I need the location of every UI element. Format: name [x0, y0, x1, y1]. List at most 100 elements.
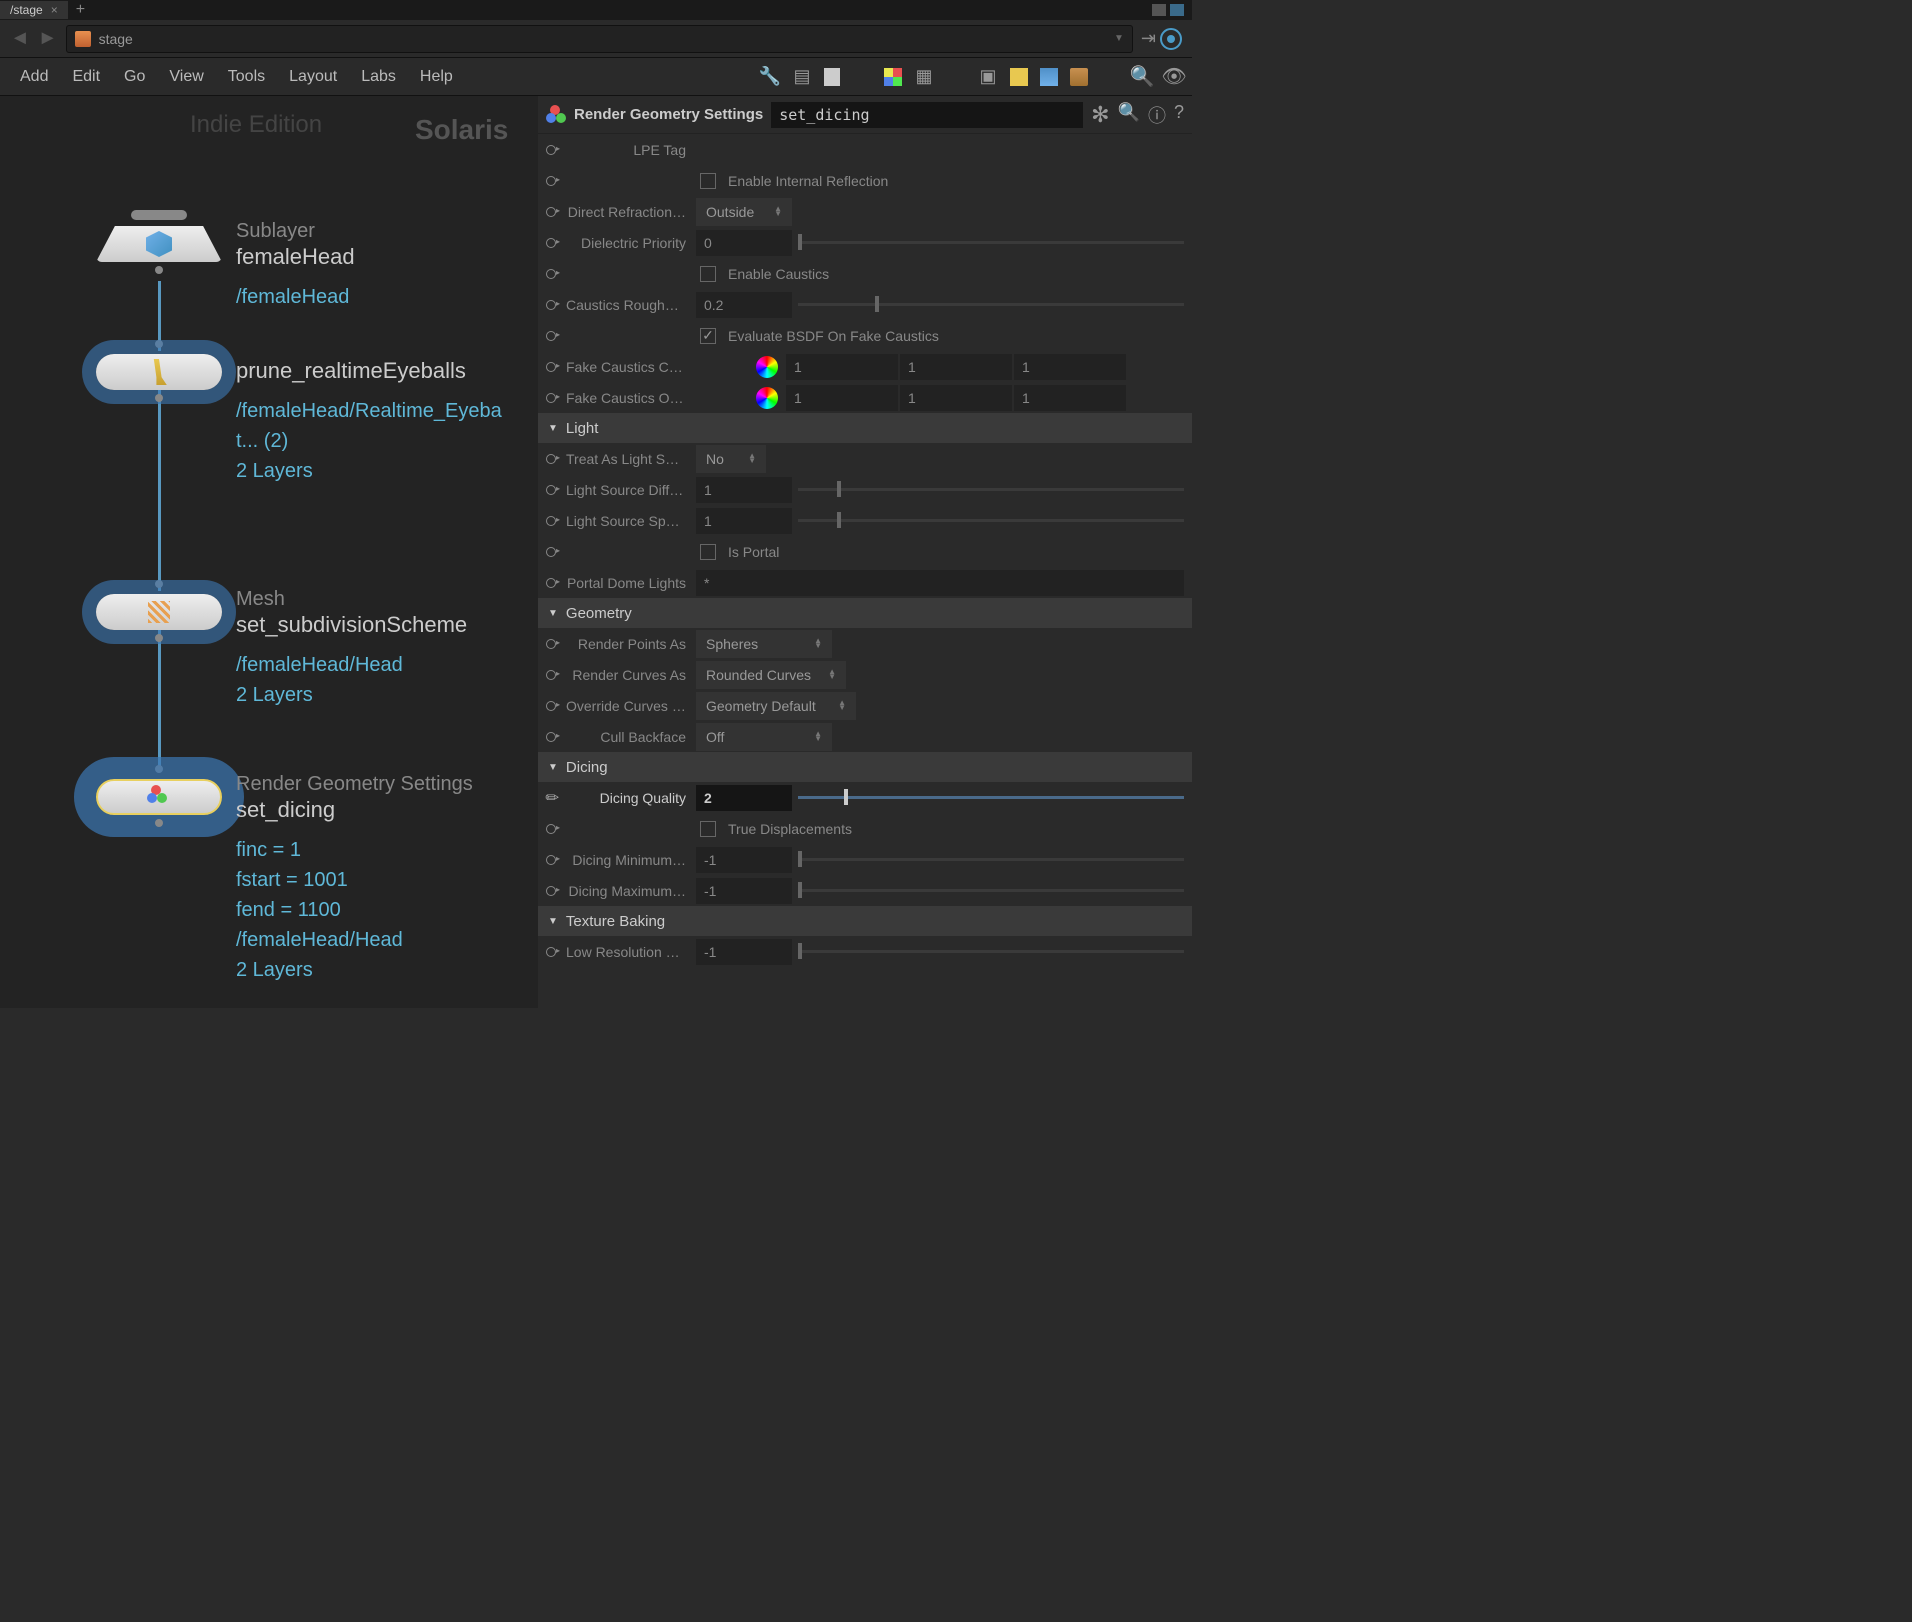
number-input[interactable] [696, 508, 792, 534]
pin-icon[interactable] [546, 485, 556, 495]
list-icon[interactable]: ▤ [792, 67, 812, 87]
pin-icon[interactable] [546, 176, 556, 186]
menu-add[interactable]: Add [8, 68, 60, 86]
pin-icon[interactable] [546, 300, 556, 310]
number-input[interactable] [696, 230, 792, 256]
image-icon[interactable] [1040, 68, 1058, 86]
node-handle[interactable] [131, 210, 187, 220]
number-input[interactable] [696, 477, 792, 503]
pin-icon[interactable] [546, 947, 556, 957]
checkbox[interactable] [700, 266, 716, 282]
panel-icon[interactable]: ▣ [978, 67, 998, 87]
number-input[interactable] [696, 878, 792, 904]
node-prune[interactable]: prune_realtimeEyeballs /femaleHead/Realt… [96, 354, 222, 390]
node-output[interactable] [155, 819, 163, 827]
node-mesh[interactable]: Mesh set_subdivisionScheme /femaleHead/H… [96, 594, 222, 630]
pin-icon[interactable] [546, 362, 556, 372]
back-button[interactable]: ◄ [10, 27, 30, 50]
node-output[interactable] [155, 266, 163, 274]
select-input[interactable]: No ▲▼ [696, 445, 766, 473]
number-input[interactable] [696, 847, 792, 873]
help-icon[interactable]: ? [1174, 102, 1184, 128]
close-icon[interactable]: × [51, 3, 58, 17]
pin-icon[interactable] [546, 578, 556, 588]
radar-icon[interactable] [1160, 28, 1182, 50]
menu-layout[interactable]: Layout [277, 68, 349, 86]
grid-icon[interactable] [884, 68, 902, 86]
pencil-icon[interactable]: ✎ [541, 786, 565, 810]
pin-icon[interactable] [546, 824, 556, 834]
pin-icon[interactable] [546, 238, 556, 248]
text-input[interactable] [696, 570, 1184, 596]
info-icon[interactable]: ⓘ [1148, 102, 1166, 128]
slider[interactable] [798, 241, 1184, 244]
menu-go[interactable]: Go [112, 68, 157, 86]
tab-stage[interactable]: /stage × [0, 1, 68, 19]
lines-icon[interactable] [824, 68, 840, 86]
color-swatch[interactable] [756, 356, 778, 378]
select-input[interactable]: Off ▲▼ [696, 723, 832, 751]
slider[interactable] [798, 889, 1184, 892]
note-icon[interactable] [1010, 68, 1028, 86]
node-input[interactable] [155, 340, 163, 348]
minimize-button[interactable] [1152, 4, 1166, 16]
slider[interactable] [798, 488, 1184, 491]
node-input[interactable] [155, 580, 163, 588]
node-input[interactable] [155, 765, 163, 773]
pin-icon[interactable] [546, 547, 556, 557]
section-light[interactable]: ▼ Light [538, 413, 1192, 443]
box-icon[interactable] [1070, 68, 1088, 86]
select-input[interactable]: Rounded Curves ▲▼ [696, 661, 846, 689]
maximize-button[interactable] [1170, 4, 1184, 16]
checkbox[interactable] [700, 544, 716, 560]
slider[interactable] [798, 519, 1184, 522]
select-input[interactable]: Geometry Default ▲▼ [696, 692, 856, 720]
pin-icon[interactable] [546, 639, 556, 649]
wrench-icon[interactable]: 🔧 [760, 67, 780, 87]
checkbox[interactable] [700, 328, 716, 344]
pin-icon[interactable] [546, 269, 556, 279]
params-body[interactable]: LPE Tag Enable Internal Reflection Direc… [538, 134, 1192, 1008]
checkbox[interactable] [700, 821, 716, 837]
menu-tools[interactable]: Tools [216, 68, 277, 86]
node-render-geometry[interactable]: Render Geometry Settings set_dicing finc… [96, 779, 222, 815]
menu-edit[interactable]: Edit [60, 68, 112, 86]
node-output[interactable] [155, 634, 163, 642]
slider[interactable] [798, 950, 1184, 953]
section-texture-baking[interactable]: ▼ Texture Baking [538, 906, 1192, 936]
checkbox[interactable] [700, 173, 716, 189]
slider[interactable] [798, 858, 1184, 861]
select-input[interactable]: Outside ▲▼ [696, 198, 792, 226]
select-input[interactable]: Spheres ▲▼ [696, 630, 832, 658]
node-output[interactable] [155, 394, 163, 402]
forward-button[interactable]: ► [38, 27, 58, 50]
gear-icon[interactable] [1091, 102, 1109, 128]
slider[interactable] [798, 303, 1184, 306]
number-input[interactable] [786, 385, 898, 411]
pin-icon[interactable] [546, 670, 556, 680]
section-geometry[interactable]: ▼ Geometry [538, 598, 1192, 628]
number-input[interactable] [1014, 385, 1126, 411]
pin-icon[interactable] [546, 886, 556, 896]
number-input[interactable] [696, 785, 792, 811]
matrix-icon[interactable]: ▦ [914, 67, 934, 87]
node-name-input[interactable] [771, 102, 1083, 128]
pin-icon[interactable]: ⇥ [1141, 28, 1156, 49]
pin-icon[interactable] [546, 393, 556, 403]
section-dicing[interactable]: ▼ Dicing [538, 752, 1192, 782]
number-input[interactable] [900, 354, 1012, 380]
number-input[interactable] [1014, 354, 1126, 380]
path-input[interactable]: stage ▼ [66, 25, 1133, 53]
number-input[interactable] [696, 939, 792, 965]
menu-view[interactable]: View [157, 68, 215, 86]
pin-icon[interactable] [546, 331, 556, 341]
number-input[interactable] [900, 385, 1012, 411]
pin-icon[interactable] [546, 454, 556, 464]
color-swatch[interactable] [756, 387, 778, 409]
number-input[interactable] [786, 354, 898, 380]
add-tab-button[interactable]: + [68, 1, 93, 19]
pin-icon[interactable] [546, 207, 556, 217]
eye-icon[interactable]: 👁 [1164, 67, 1184, 87]
pin-icon[interactable] [546, 732, 556, 742]
node-graph[interactable]: Indie Edition Solaris Sublayer femaleHea… [0, 96, 538, 1008]
